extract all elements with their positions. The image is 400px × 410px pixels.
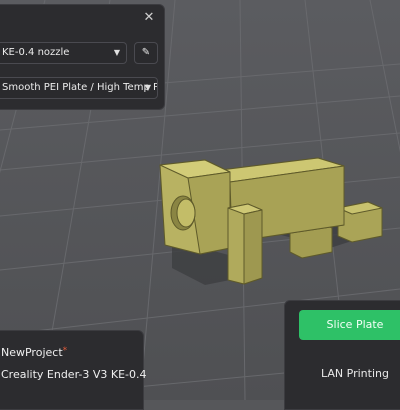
action-panel: Slice Plate LAN Printing [284, 300, 400, 410]
project-name: NewProject* [1, 346, 67, 359]
printer-name: Creality Ender-3 V3 KE-0.4 [1, 368, 147, 381]
chevron-down-icon: ▼ [144, 83, 151, 92]
pencil-icon: ✎ [141, 47, 151, 58]
edit-printer-button[interactable]: ✎ [134, 42, 158, 64]
modified-marker: * [62, 346, 68, 356]
lan-printing-button[interactable]: LAN Printing [299, 361, 400, 387]
project-name-text: NewProject [1, 346, 63, 359]
nozzle-select[interactable]: KE-0.4 nozzle ▼ [0, 42, 127, 64]
slice-plate-button[interactable]: Slice Plate [299, 310, 400, 340]
printer-settings-panel: ✕ KE-0.4 nozzle ▼ ✎ Smooth PEI Plate / H… [0, 4, 165, 110]
close-icon[interactable]: ✕ [142, 11, 156, 25]
plate-type-select[interactable]: Smooth PEI Plate / High Temp P... ▼ [0, 77, 158, 99]
plate-select-value: Smooth PEI Plate / High Temp P... [2, 82, 158, 93]
chevron-down-icon: ▼ [113, 48, 120, 57]
project-info-panel: NewProject* Creality Ender-3 V3 KE-0.4 [0, 330, 147, 410]
nozzle-select-value: KE-0.4 nozzle [2, 47, 70, 58]
